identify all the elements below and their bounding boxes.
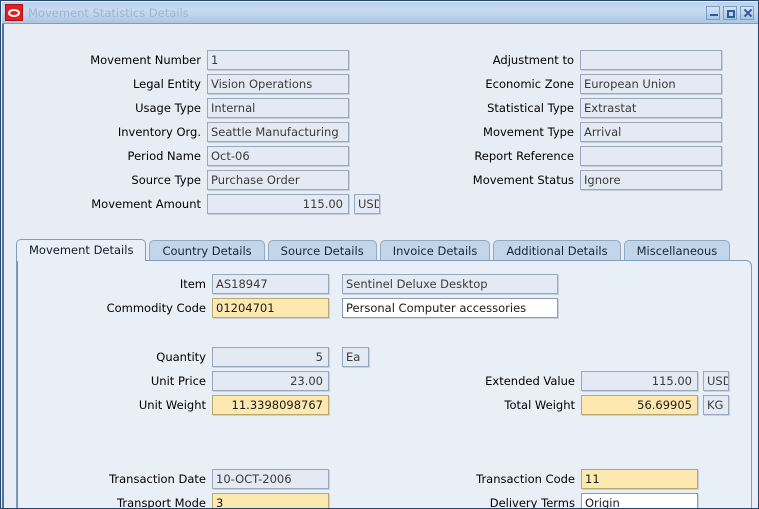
field-row-transport-mode: Transport Mode 3	[37, 493, 329, 509]
label-commodity-code: Commodity Code	[106, 301, 206, 315]
window-title: Movement Statistics Details	[28, 5, 189, 20]
field-row-transaction-code: Transaction Code 11	[381, 469, 698, 489]
label-movement-status: Movement Status	[472, 173, 574, 187]
input-commodity-code[interactable]: 01204701	[212, 298, 329, 318]
input-unit-price[interactable]: 23.00	[212, 371, 329, 391]
tab-country-details[interactable]: Country Details	[149, 240, 265, 261]
label-unit-price: Unit Price	[150, 374, 206, 388]
input-movement-type[interactable]: Arrival	[580, 122, 722, 142]
field-row-extended-value: Extended Value 115.00 USD	[381, 371, 729, 391]
input-movement-number[interactable]: 1	[207, 50, 349, 70]
input-usage-type[interactable]: Internal	[207, 98, 349, 118]
field-row-delivery-terms: Delivery Terms Origin	[381, 493, 698, 509]
input-extended-value[interactable]: 115.00	[581, 371, 698, 391]
field-row-report-reference: Report Reference	[380, 146, 722, 166]
label-movement-type: Movement Type	[483, 125, 574, 139]
field-row-adjustment-to: Adjustment to	[380, 50, 722, 70]
input-total-weight[interactable]: 56.69905	[581, 395, 698, 415]
tab-invoice-details[interactable]: Invoice Details	[379, 240, 491, 261]
label-transaction-date: Transaction Date	[109, 472, 206, 486]
label-unit-weight: Unit Weight	[138, 398, 206, 412]
label-economic-zone: Economic Zone	[485, 77, 574, 91]
movement-statistics-window: Movement Statistics Details Movement Num…	[0, 0, 759, 509]
field-row-unit-weight: Unit Weight 11.3398098767	[37, 395, 329, 415]
input-legal-entity[interactable]: Vision Operations	[207, 74, 349, 94]
label-extended-value: Extended Value	[485, 374, 575, 388]
input-total-weight-uom[interactable]: KG	[703, 395, 729, 415]
close-icon[interactable]	[740, 5, 754, 20]
label-transport-mode: Transport Mode	[117, 496, 206, 509]
field-row-quantity: Quantity 5 Ea	[37, 347, 369, 367]
input-commodity-description[interactable]: Personal Computer accessories	[342, 298, 558, 318]
input-movement-amount-currency[interactable]: USD	[354, 194, 380, 214]
label-quantity: Quantity	[156, 350, 206, 364]
input-delivery-terms[interactable]: Origin	[581, 493, 698, 508]
label-total-weight: Total Weight	[504, 398, 575, 412]
field-row-statistical-type: Statistical Type Extrastat	[380, 98, 722, 118]
input-economic-zone[interactable]: European Union	[580, 74, 722, 94]
field-row-source-type: Source Type Purchase Order	[12, 170, 349, 190]
title-bar: Movement Statistics Details	[2, 2, 758, 24]
input-report-reference[interactable]	[580, 146, 722, 166]
label-inventory-org: Inventory Org.	[117, 125, 201, 139]
oracle-logo-icon	[5, 4, 23, 21]
field-row-economic-zone: Economic Zone European Union	[380, 74, 722, 94]
input-item-code[interactable]: AS18947	[212, 274, 329, 294]
input-item-description[interactable]: Sentinel Deluxe Desktop	[342, 274, 558, 294]
field-row-unit-price: Unit Price 23.00	[37, 371, 329, 391]
tab-strip: Movement Details Country Details Source …	[16, 239, 752, 261]
field-row-inventory-org: Inventory Org. Seattle Manufacturing	[12, 122, 349, 142]
input-inventory-org[interactable]: Seattle Manufacturing	[207, 122, 349, 142]
tab-source-details[interactable]: Source Details	[267, 240, 377, 261]
field-row-legal-entity: Legal Entity Vision Operations	[12, 74, 349, 94]
field-row-usage-type: Usage Type Internal	[12, 98, 349, 118]
input-period-name[interactable]: Oct-06	[207, 146, 349, 166]
label-movement-number: Movement Number	[90, 53, 201, 67]
tab-panel-movement-details: Item AS18947 Sentinel Deluxe Desktop Com…	[16, 260, 752, 509]
label-statistical-type: Statistical Type	[487, 101, 574, 115]
label-period-name: Period Name	[127, 149, 201, 163]
input-quantity[interactable]: 5	[212, 347, 329, 367]
window-controls	[706, 5, 754, 20]
minimize-icon[interactable]	[706, 5, 720, 20]
field-row-movement-amount: Movement Amount 115.00 USD	[12, 194, 380, 214]
label-source-type: Source Type	[131, 173, 201, 187]
input-transport-mode[interactable]: 3	[212, 493, 329, 508]
field-row-movement-type: Movement Type Arrival	[380, 122, 722, 142]
input-source-type[interactable]: Purchase Order	[207, 170, 349, 190]
label-movement-amount: Movement Amount	[91, 197, 201, 211]
input-transaction-date[interactable]: 10-OCT-2006	[212, 469, 329, 489]
field-row-total-weight: Total Weight 56.69905 KG	[381, 395, 729, 415]
maximize-icon[interactable]	[723, 5, 737, 20]
label-item: Item	[179, 277, 206, 291]
form-canvas: Movement Number 1 Legal Entity Vision Op…	[2, 24, 758, 509]
input-unit-weight[interactable]: 11.3398098767	[212, 395, 329, 415]
tab-miscellaneous[interactable]: Miscellaneous	[623, 240, 731, 261]
input-adjustment-to[interactable]	[580, 50, 722, 70]
field-row-transaction-date: Transaction Date 10-OCT-2006	[37, 469, 329, 489]
input-movement-status[interactable]: Ignore	[580, 170, 722, 190]
field-row-movement-number: Movement Number 1	[12, 50, 349, 70]
field-row-commodity-code: Commodity Code 01204701 Personal Compute…	[37, 298, 558, 318]
label-legal-entity: Legal Entity	[132, 77, 201, 91]
field-row-period-name: Period Name Oct-06	[12, 146, 349, 166]
label-adjustment-to: Adjustment to	[492, 53, 574, 67]
tab-movement-details[interactable]: Movement Details	[16, 239, 147, 261]
label-transaction-code: Transaction Code	[476, 472, 575, 486]
field-row-movement-status: Movement Status Ignore	[380, 170, 722, 190]
input-movement-amount[interactable]: 115.00	[207, 194, 349, 214]
label-delivery-terms: Delivery Terms	[489, 496, 575, 509]
input-quantity-uom[interactable]: Ea	[342, 347, 369, 367]
input-extended-value-currency[interactable]: USD	[703, 371, 729, 391]
label-usage-type: Usage Type	[135, 101, 201, 115]
tab-additional-details[interactable]: Additional Details	[493, 240, 621, 261]
label-report-reference: Report Reference	[474, 149, 574, 163]
field-row-item: Item AS18947 Sentinel Deluxe Desktop	[37, 274, 558, 294]
input-statistical-type[interactable]: Extrastat	[580, 98, 722, 118]
input-transaction-code[interactable]: 11	[581, 469, 698, 489]
